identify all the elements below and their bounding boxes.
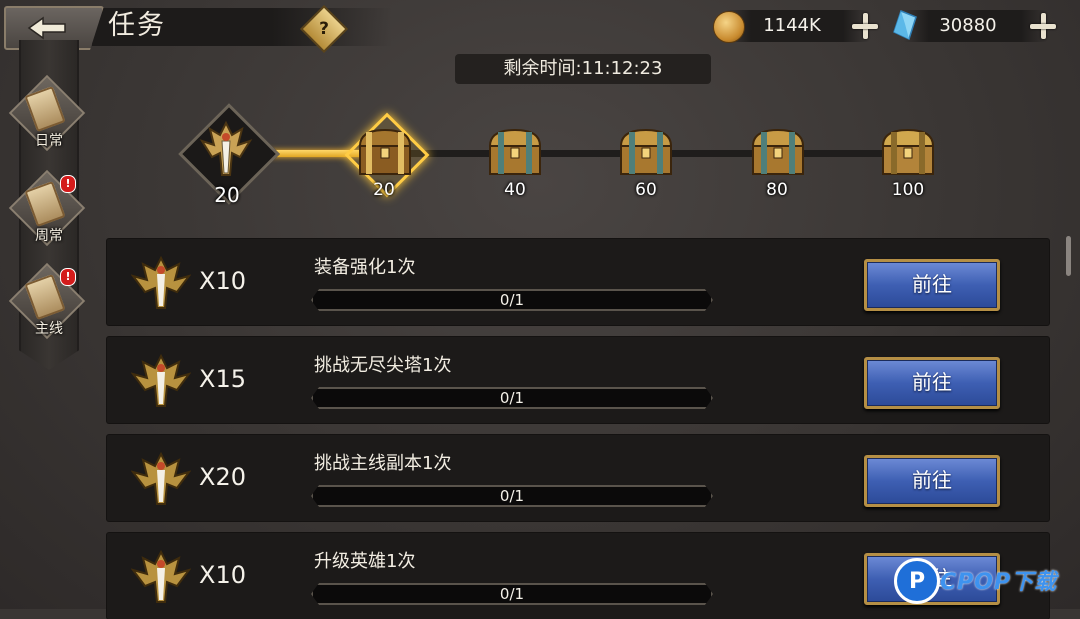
- list-scrollbar[interactable]: [1066, 236, 1071, 276]
- task-name: 挑战无尽尖塔1次: [314, 355, 452, 376]
- milestone-label: 80: [766, 180, 788, 200]
- task-name: 装备强化1次: [314, 257, 416, 278]
- tab-weekly-label: 周常: [35, 228, 63, 244]
- task-progress-text: 0/1: [499, 585, 525, 603]
- watermark-logo: P: [894, 558, 940, 604]
- watermark: P CPOP下载: [890, 556, 1080, 606]
- sword-crest-icon: [131, 550, 191, 603]
- sword-crest-icon: [131, 452, 191, 505]
- tab-main-label: 主线: [35, 321, 63, 337]
- task-reward: X20: [199, 463, 246, 491]
- treasure-chest-icon: [488, 128, 542, 175]
- back-arrow-icon: [27, 16, 66, 40]
- activity-progress-track: 20 20 40 60 80 100: [0, 90, 1080, 210]
- task-name: 升级英雄1次: [314, 551, 416, 572]
- help-label: ?: [319, 19, 329, 39]
- notification-badge: !: [60, 268, 76, 286]
- treasure-chest-icon: [751, 128, 805, 175]
- remaining-time: 剩余时间:11:12:23: [455, 54, 711, 84]
- sword-crest-icon: [199, 120, 253, 176]
- treasure-chest-3[interactable]: [617, 126, 675, 178]
- treasure-chest-4[interactable]: [749, 126, 807, 178]
- tab-main[interactable]: 主线 !: [8, 262, 86, 348]
- task-progress-text: 0/1: [499, 291, 525, 309]
- treasure-chest-icon: [619, 128, 673, 175]
- treasure-chest-2[interactable]: [486, 126, 544, 178]
- milestone-label: 40: [504, 180, 526, 200]
- add-gems-button[interactable]: [1026, 9, 1060, 43]
- task-row: X20 挑战主线副本1次 0/1 前往: [107, 435, 1049, 521]
- go-button[interactable]: 前往: [864, 259, 1000, 311]
- task-name: 挑战主线副本1次: [314, 453, 452, 474]
- task-reward: X10: [199, 561, 246, 589]
- milestone-label: 100: [891, 180, 925, 200]
- task-progress-text: 0/1: [499, 389, 525, 407]
- task-progress-text: 0/1: [499, 487, 525, 505]
- treasure-chest-1[interactable]: [356, 126, 414, 178]
- treasure-chest-icon: [358, 128, 412, 175]
- gold-amount: 1144K: [763, 15, 821, 36]
- task-row: X15 挑战无尽尖塔1次 0/1 前往: [107, 337, 1049, 423]
- treasure-chest-5[interactable]: [879, 126, 937, 178]
- current-points: 20: [214, 183, 240, 207]
- milestone-label: 20: [373, 180, 395, 200]
- go-button[interactable]: 前往: [864, 357, 1000, 409]
- sword-crest-icon: [131, 354, 191, 407]
- page-title: 任务: [108, 10, 166, 41]
- watermark-text: CPOP下载: [940, 570, 1058, 595]
- task-reward: X15: [199, 365, 246, 393]
- milestone-label: 60: [635, 180, 657, 200]
- task-reward: X10: [199, 267, 246, 295]
- top-bar: 任务 ? 1144K 30880: [0, 0, 1080, 54]
- task-row: X10 装备强化1次 0/1 前往: [107, 239, 1049, 325]
- go-button[interactable]: 前往: [864, 455, 1000, 507]
- sword-crest-icon: [131, 256, 191, 309]
- gem-amount: 30880: [939, 15, 997, 36]
- add-gold-button[interactable]: [848, 9, 882, 43]
- treasure-chest-icon: [881, 128, 935, 175]
